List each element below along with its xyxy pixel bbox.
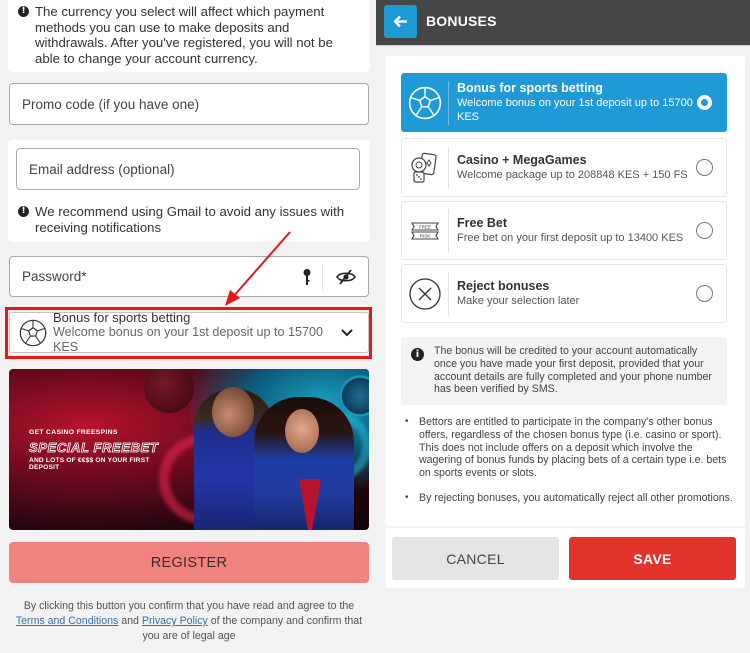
email-placeholder: Email address (optional) <box>29 161 175 177</box>
banner-line-2: SPECIAL FREEBET <box>29 440 159 456</box>
option-title: Bonus for sports betting <box>457 81 603 95</box>
option-subtitle: Welcome bonus on your 1st deposit up to … <box>457 97 693 123</box>
bonus-notice-row: i The bonus will be credited to your acc… <box>411 345 717 396</box>
bullet-dot: • <box>405 416 409 427</box>
bonus-option-sports[interactable]: Bonus for sports betting Welcome bonus o… <box>401 73 727 132</box>
bonus-notice: i The bonus will be credited to your acc… <box>401 337 727 405</box>
key-icon[interactable] <box>302 268 312 286</box>
banner-player-head <box>212 387 254 437</box>
cancel-button[interactable]: CANCEL <box>392 537 559 580</box>
currency-note-text: The currency you select will affect whic… <box>35 4 333 66</box>
list-item: • Bettors are entitled to participate in… <box>405 416 735 480</box>
register-button[interactable]: REGISTER <box>9 542 369 583</box>
promo-banner[interactable]: GET CASINO FREESPINS SPECIAL FREEBET AND… <box>9 369 369 530</box>
legal-middle: and <box>118 615 142 627</box>
eye-slash-icon[interactable] <box>336 268 356 286</box>
action-buttons: CANCEL SAVE <box>385 528 745 588</box>
option-icon-wrap <box>402 271 449 316</box>
option-text: Casino + MegaGames Welcome package up to… <box>449 153 696 182</box>
option-text: Free Bet Free bet on your first deposit … <box>449 216 696 245</box>
svg-text:RISK: RISK <box>420 233 432 238</box>
bonus-select-text: Bonus for sports betting Welcome bonus o… <box>53 310 340 355</box>
registration-form: ! The currency you select will affect wh… <box>0 0 376 653</box>
option-icon-wrap <box>402 80 449 125</box>
email-input[interactable]: Email address (optional) <box>16 148 360 190</box>
info-icon: ! <box>18 6 29 17</box>
email-card: Email address (optional) ! We recommend … <box>8 140 370 242</box>
option-subtitle: Free bet on your first deposit up to 134… <box>457 232 684 244</box>
radio-unselected[interactable] <box>696 285 713 302</box>
banner-line-1: GET CASINO FREESPINS <box>29 429 118 436</box>
save-button[interactable]: SAVE <box>569 537 736 580</box>
radio-unselected[interactable] <box>696 222 713 239</box>
terms-link[interactable]: Terms and Conditions <box>16 615 118 627</box>
screenshot-root: ! The currency you select will affect wh… <box>0 0 750 653</box>
bonus-option-free-bet[interactable]: FREE RISK Free Bet Free bet on your firs… <box>401 201 727 260</box>
legal-text: By clicking this button you confirm that… <box>9 599 369 644</box>
casino-chips-icon <box>411 152 437 183</box>
bonuses-header: BONUSES <box>376 0 750 46</box>
reject-x-icon <box>409 277 441 310</box>
bonus-option-casino[interactable]: Casino + MegaGames Welcome package up to… <box>401 138 727 197</box>
option-icon-wrap <box>402 145 449 190</box>
divider <box>322 264 323 290</box>
banner-football <box>144 369 194 413</box>
arrow-left-icon <box>393 15 407 28</box>
promo-code-placeholder: Promo code (if you have one) <box>22 96 200 112</box>
bonus-select-title: Bonus for sports betting <box>53 310 191 325</box>
option-title: Casino + MegaGames <box>457 153 587 167</box>
currency-note: ! The currency you select will affect wh… <box>18 4 360 66</box>
bonus-notice-text: The bonus will be credited to your accou… <box>434 345 712 396</box>
banner-line-3: AND LOTS OF €€$$ ON YOUR FIRST DEPOSIT <box>29 457 150 472</box>
banner-woman-face <box>285 409 319 453</box>
back-button[interactable] <box>384 5 417 38</box>
gmail-note-text: We recommend using Gmail to avoid any is… <box>35 204 345 235</box>
bonus-select-subtitle: Welcome bonus on your 1st deposit up to … <box>53 325 324 354</box>
info-icon: ! <box>18 206 29 217</box>
promo-code-input[interactable]: Promo code (if you have one) <box>9 83 369 125</box>
bonus-options-card: Bonus for sports betting Welcome bonus o… <box>385 56 745 526</box>
bonuses-panel: BONUSES Bonus for sports betting Welcome… <box>376 0 750 653</box>
bullet-text: By rejecting bonuses, you automatically … <box>419 491 733 504</box>
radio-unselected[interactable] <box>696 159 713 176</box>
info-icon: i <box>411 348 424 361</box>
currency-note-card: ! The currency you select will affect wh… <box>8 0 370 72</box>
soccer-ball-icon <box>19 319 47 346</box>
bullet-text: Bettors are entitled to participate in t… <box>419 416 727 480</box>
bonus-select-dropdown[interactable]: Bonus for sports betting Welcome bonus o… <box>9 310 369 355</box>
bonus-terms-list: • Bettors are entitled to participate in… <box>405 416 735 517</box>
option-title: Free Bet <box>457 216 508 230</box>
password-placeholder: Password* <box>22 269 87 284</box>
option-subtitle: Welcome package up to 208848 KES + 150 F… <box>457 169 688 181</box>
free-risk-ticket-icon: FREE RISK <box>411 221 439 240</box>
password-input[interactable]: Password* <box>9 256 369 297</box>
option-text: Bonus for sports betting Welcome bonus o… <box>449 81 697 124</box>
option-subtitle: Make your selection later <box>457 295 580 307</box>
svg-text:FREE: FREE <box>419 224 431 229</box>
option-title: Reject bonuses <box>457 279 550 293</box>
radio-selected[interactable] <box>697 95 712 110</box>
privacy-policy-link[interactable]: Privacy Policy <box>142 615 208 627</box>
chevron-down-icon[interactable] <box>340 328 354 338</box>
option-text: Reject bonuses Make your selection later <box>449 279 696 308</box>
soccer-ball-icon <box>408 86 442 119</box>
list-item: • By rejecting bonuses, you automaticall… <box>405 492 735 505</box>
gmail-note: ! We recommend using Gmail to avoid any … <box>18 204 358 235</box>
legal-prefix: By clicking this button you confirm that… <box>23 600 355 612</box>
bullet-dot: • <box>405 491 409 503</box>
bonus-option-reject[interactable]: Reject bonuses Make your selection later <box>401 264 727 323</box>
option-icon-wrap: FREE RISK <box>402 208 449 253</box>
page-title: BONUSES <box>426 13 497 29</box>
